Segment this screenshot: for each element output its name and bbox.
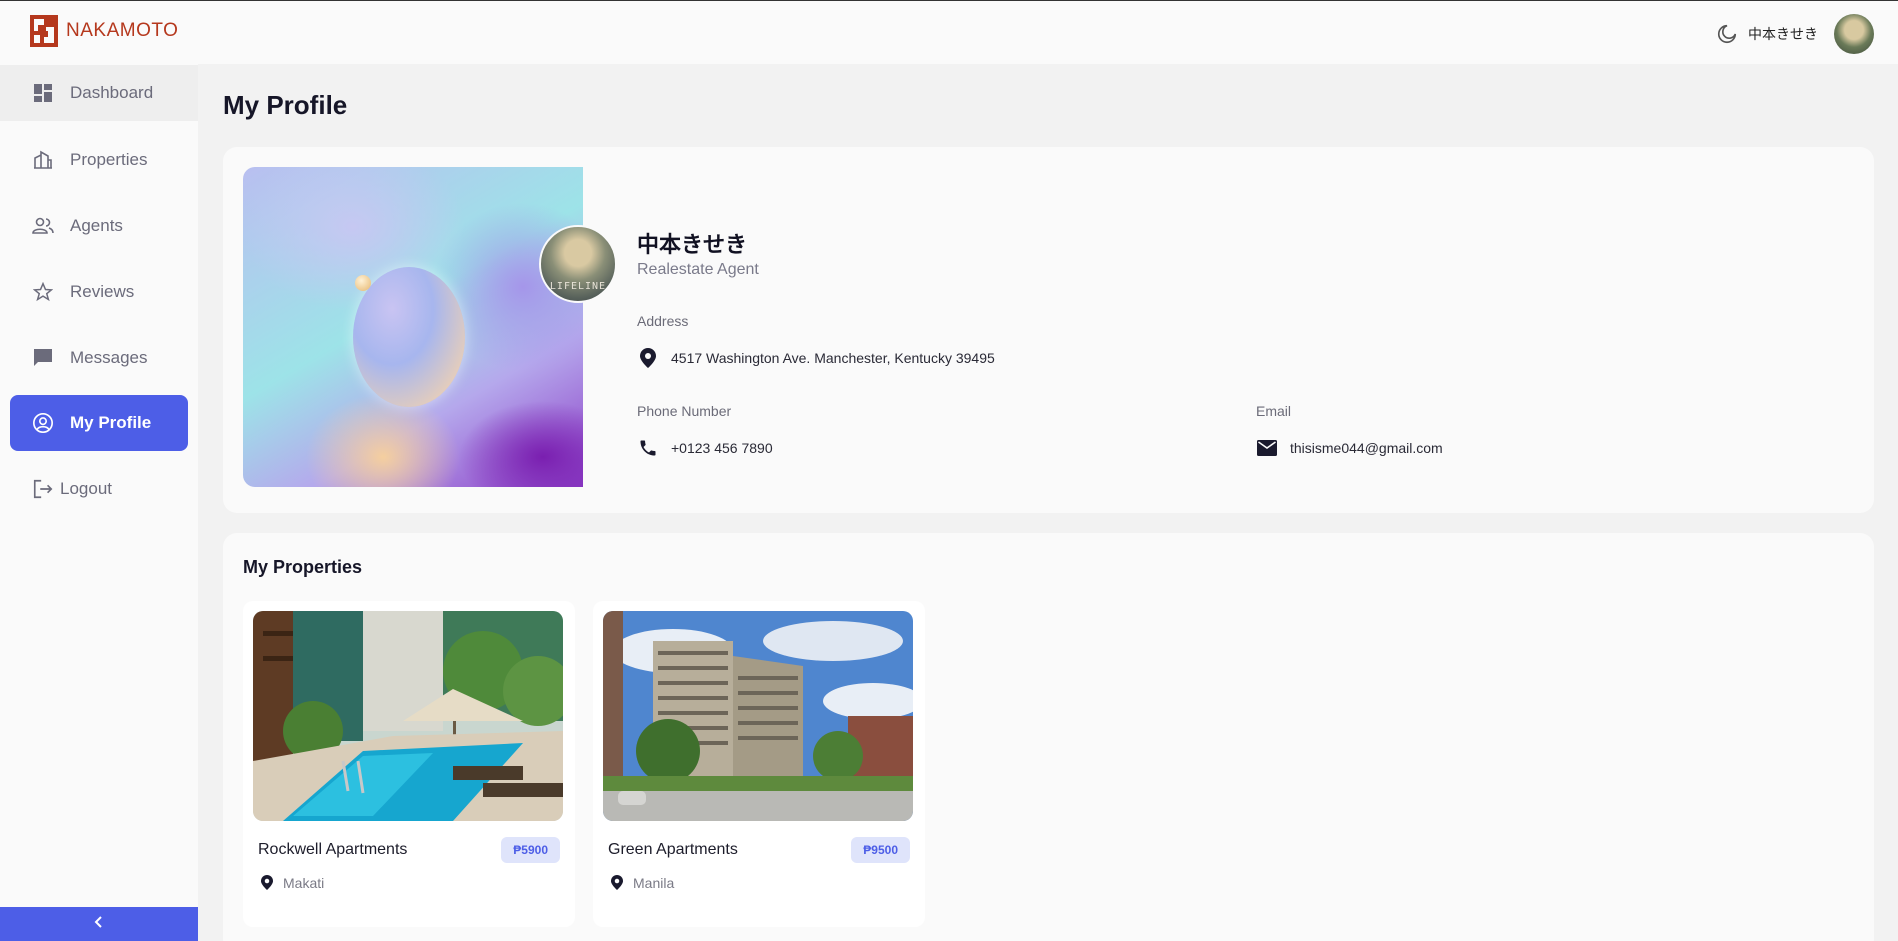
sidebar-item-agents[interactable]: Agents xyxy=(10,198,188,254)
sidebar-item-label: Logout xyxy=(60,479,112,498)
sidebar-item-my-profile[interactable]: My Profile xyxy=(10,395,188,451)
price-badge: ₱9500 xyxy=(851,837,910,863)
logout-icon xyxy=(32,478,54,500)
profile-name: 中本きせき xyxy=(637,232,748,257)
phone-label: Phone Number xyxy=(637,403,732,419)
sidebar-item-label: Properties xyxy=(70,150,148,169)
sidebar-item-logout[interactable]: Logout xyxy=(10,461,188,517)
property-card[interactable]: Green Apartments ₱9500 Manila xyxy=(593,601,925,927)
top-bar: NAKAMOTO 中本きせき xyxy=(0,0,1898,64)
location-pin-icon xyxy=(261,875,277,891)
star-icon xyxy=(32,281,54,303)
sidebar-item-label: Messages xyxy=(70,348,148,367)
sidebar-item-label: Agents xyxy=(70,216,123,235)
sidebar-item-label: Dashboard xyxy=(70,83,154,102)
profile-cover-image xyxy=(243,167,583,487)
sidebar-item-label: Reviews xyxy=(70,282,135,301)
property-location: Makati xyxy=(261,875,324,891)
location-pin-icon xyxy=(611,875,627,891)
header-username[interactable]: 中本きせき xyxy=(1748,24,1818,44)
property-image xyxy=(253,611,563,821)
building-icon xyxy=(32,149,54,171)
phone-value: +0123 456 7890 xyxy=(671,440,773,456)
address-row: 4517 Washington Ave. Manchester, Kentuck… xyxy=(637,347,995,369)
email-value[interactable]: thisisme044@gmail.com xyxy=(1290,440,1443,456)
cover-sphere xyxy=(353,267,465,407)
people-icon xyxy=(32,215,54,237)
email-row: thisisme044@gmail.com xyxy=(1256,437,1443,459)
user-circle-icon xyxy=(32,412,54,434)
my-properties-card: My Properties Rockwell Apartments ₱5900 … xyxy=(223,533,1874,941)
moon-icon[interactable] xyxy=(1716,23,1738,45)
profile-avatar[interactable]: LIFELINE xyxy=(539,225,617,303)
sidebar-item-properties[interactable]: Properties xyxy=(10,132,188,188)
dashboard-icon xyxy=(32,82,54,104)
section-title: My Properties xyxy=(243,557,363,577)
logo-mark-icon xyxy=(30,15,58,47)
mail-icon xyxy=(1256,437,1278,459)
profile-role: Realestate Agent xyxy=(637,261,759,278)
chevron-left-icon xyxy=(93,915,105,934)
sidebar-item-label: My Profile xyxy=(70,413,152,432)
sidebar-collapse-button[interactable] xyxy=(0,907,198,941)
avatar-caption: LIFELINE xyxy=(549,281,607,292)
address-label: Address xyxy=(637,313,689,329)
cover-small-sphere xyxy=(355,275,371,291)
avatar[interactable] xyxy=(1834,14,1874,54)
property-location-label: Manila xyxy=(633,875,675,891)
property-location-label: Makati xyxy=(283,875,325,891)
profile-card: LIFELINE 中本きせき Realestate Agent Address … xyxy=(223,147,1874,513)
brand-logo[interactable]: NAKAMOTO xyxy=(30,15,178,47)
sidebar: Dashboard Properties Agents Reviews Mess… xyxy=(0,64,198,941)
property-image xyxy=(603,611,913,821)
phone-icon xyxy=(637,437,659,459)
brand-name: NAKAMOTO xyxy=(66,20,179,41)
sidebar-item-messages[interactable]: Messages xyxy=(10,330,188,386)
sidebar-item-dashboard[interactable]: Dashboard xyxy=(0,65,198,121)
property-card[interactable]: Rockwell Apartments ₱5900 Makati xyxy=(243,601,575,927)
property-location: Manila xyxy=(611,875,674,891)
sidebar-item-reviews[interactable]: Reviews xyxy=(10,264,188,320)
property-name: Rockwell Apartments xyxy=(258,841,408,858)
chat-icon xyxy=(32,347,54,369)
email-label: Email xyxy=(1256,403,1292,419)
location-pin-icon xyxy=(637,347,659,369)
price-badge: ₱5900 xyxy=(501,837,560,863)
user-menu: 中本きせき xyxy=(1716,14,1874,54)
phone-row: +0123 456 7890 xyxy=(637,437,773,459)
page-title: My Profile xyxy=(223,90,348,120)
address-value: 4517 Washington Ave. Manchester, Kentuck… xyxy=(671,350,995,366)
property-name: Green Apartments xyxy=(608,841,738,858)
